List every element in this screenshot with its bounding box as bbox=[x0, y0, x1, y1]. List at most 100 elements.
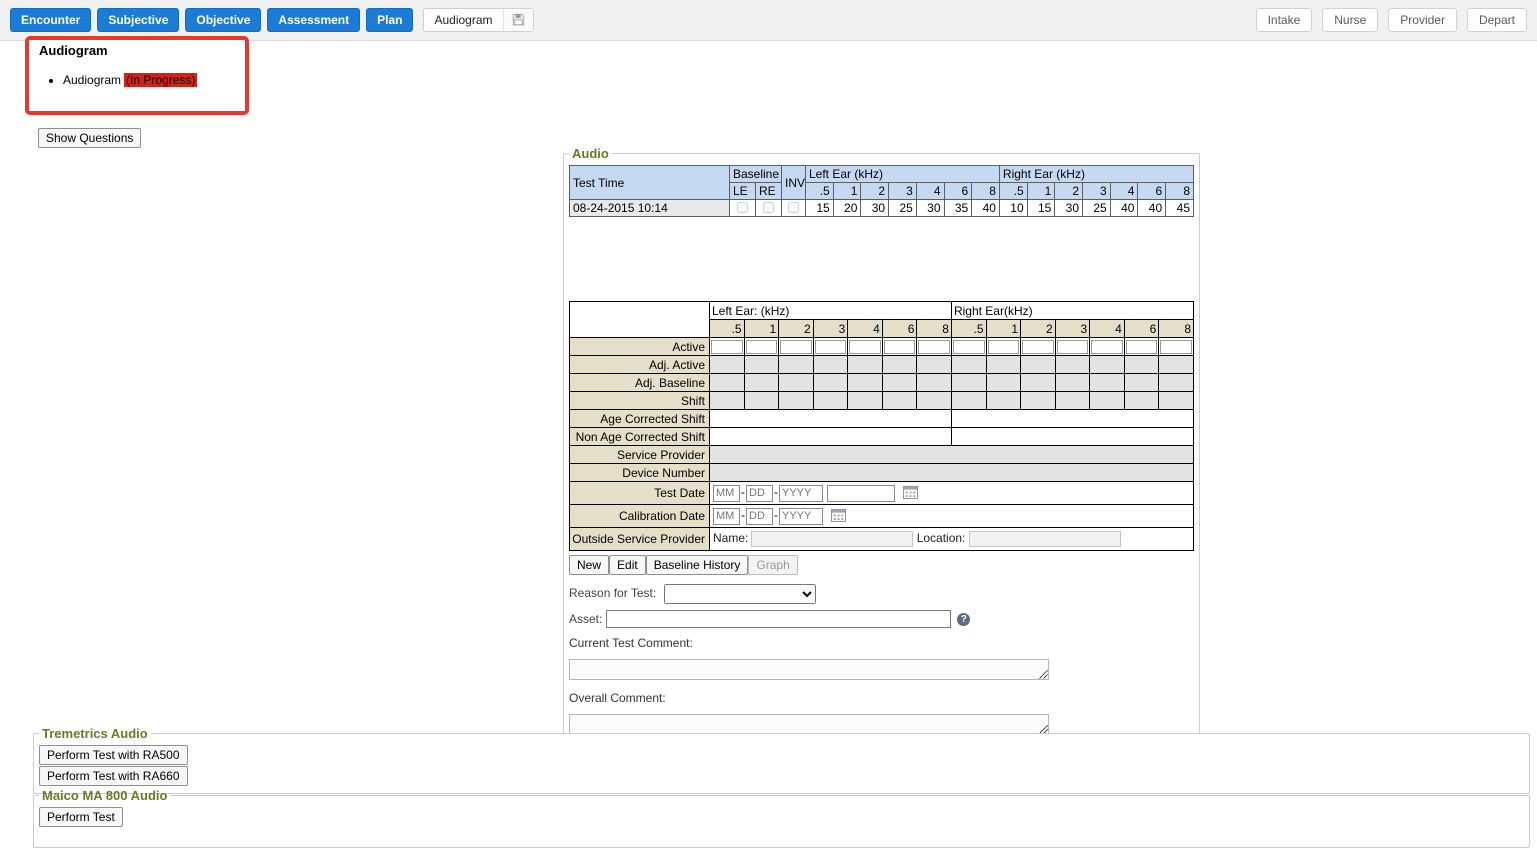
asset-input[interactable] bbox=[606, 610, 951, 628]
adj-baseline-cell bbox=[1055, 374, 1090, 392]
row-label-adj-active: Adj. Active bbox=[570, 356, 710, 374]
left-value-cell: 25 bbox=[889, 200, 917, 217]
baseline-le-checkbox bbox=[737, 202, 748, 213]
nav-subjective-button[interactable]: Subjective bbox=[97, 8, 179, 32]
row-label-age-corrected-shift: Age Corrected Shift bbox=[570, 410, 710, 428]
help-icon[interactable]: ? bbox=[957, 613, 970, 626]
maico-perform-test-button[interactable]: Perform Test bbox=[39, 807, 123, 827]
stage-depart-button[interactable]: Depart bbox=[1467, 8, 1527, 32]
freq-header: 6 bbox=[944, 183, 972, 200]
nav-plan-button[interactable]: Plan bbox=[366, 8, 413, 32]
active-cell bbox=[848, 338, 883, 356]
adj-active-cell bbox=[951, 356, 986, 374]
active-threshold-input[interactable] bbox=[849, 340, 881, 354]
test-date-dd-input[interactable] bbox=[746, 485, 773, 502]
adj-baseline-cell bbox=[1021, 374, 1056, 392]
col-baseline-le: LE bbox=[730, 183, 756, 200]
calendar-icon[interactable] bbox=[903, 488, 918, 502]
freq-header: 3 bbox=[813, 320, 848, 338]
calibration-date-dd-input[interactable] bbox=[746, 508, 773, 525]
maico-audio-section: Maico MA 800 Audio Perform Test bbox=[33, 788, 1530, 848]
freq-header: .5 bbox=[951, 320, 986, 338]
perform-test-ra500-button[interactable]: Perform Test with RA500 bbox=[39, 745, 188, 765]
active-threshold-input[interactable] bbox=[1160, 340, 1192, 354]
row-label-adj-baseline: Adj. Baseline bbox=[570, 374, 710, 392]
calibration-date-mm-input[interactable] bbox=[713, 508, 740, 525]
freq-header: 2 bbox=[779, 320, 814, 338]
active-threshold-input[interactable] bbox=[815, 340, 847, 354]
adj-active-cell bbox=[710, 356, 745, 374]
entry-col-left-ear: Left Ear: (kHz) bbox=[710, 302, 952, 320]
reason-for-test-row: Reason for Test: bbox=[569, 584, 1194, 604]
right-value-cell: 40 bbox=[1110, 200, 1138, 217]
audiogram-tab[interactable]: Audiogram bbox=[423, 8, 533, 32]
active-cell bbox=[1055, 338, 1090, 356]
adj-baseline-cell bbox=[710, 374, 745, 392]
adj-baseline-row: Adj. Baseline bbox=[570, 374, 1194, 392]
nav-objective-button[interactable]: Objective bbox=[185, 8, 261, 32]
active-threshold-input[interactable] bbox=[918, 340, 950, 354]
maico-audio-legend: Maico MA 800 Audio bbox=[39, 788, 170, 803]
save-icon[interactable] bbox=[503, 10, 533, 30]
nav-assessment-button[interactable]: Assessment bbox=[267, 8, 360, 32]
reason-for-test-select[interactable] bbox=[664, 584, 816, 604]
reason-for-test-label: Reason for Test: bbox=[569, 586, 656, 600]
new-button[interactable]: New bbox=[569, 555, 609, 575]
adj-baseline-cell bbox=[779, 374, 814, 392]
shift-row: Shift bbox=[570, 392, 1194, 410]
perform-test-ra660-button[interactable]: Perform Test with RA660 bbox=[39, 766, 188, 786]
adj-baseline-cell bbox=[813, 374, 848, 392]
test-date-yyyy-input[interactable] bbox=[779, 485, 823, 502]
inv-cell bbox=[782, 200, 806, 217]
shift-cell bbox=[917, 392, 952, 410]
adj-active-cell bbox=[882, 356, 917, 374]
adj-active-cell bbox=[1159, 356, 1194, 374]
left-value-cell: 40 bbox=[972, 200, 1000, 217]
active-threshold-input[interactable] bbox=[746, 340, 778, 354]
baseline-history-button[interactable]: Baseline History bbox=[646, 555, 749, 575]
current-test-comment-textarea[interactable] bbox=[569, 659, 1049, 680]
checklist-item-label: Audiogram bbox=[63, 73, 121, 87]
stage-intake-button[interactable]: Intake bbox=[1256, 8, 1313, 32]
entry-action-bar: New Edit Baseline History Graph bbox=[569, 555, 1194, 575]
outside-name-input[interactable] bbox=[751, 531, 913, 547]
outside-location-input[interactable] bbox=[969, 531, 1121, 547]
left-value-cell: 20 bbox=[833, 200, 861, 217]
freq-header: 1 bbox=[986, 320, 1021, 338]
audio-section-legend: Audio bbox=[569, 146, 612, 161]
test-date-row: Test Date -- bbox=[570, 482, 1194, 505]
audio-section: Audio Test Time Baseline INV Left Ear (k… bbox=[563, 146, 1200, 745]
active-threshold-input[interactable] bbox=[884, 340, 916, 354]
date-separator: - bbox=[774, 508, 778, 522]
shift-cell bbox=[882, 392, 917, 410]
active-threshold-input[interactable] bbox=[1057, 340, 1089, 354]
adj-active-cell bbox=[917, 356, 952, 374]
active-threshold-input[interactable] bbox=[711, 340, 743, 354]
test-date-mm-input[interactable] bbox=[713, 485, 740, 502]
active-cell bbox=[882, 338, 917, 356]
shift-cell bbox=[744, 392, 779, 410]
outside-name-label: Name: bbox=[713, 531, 748, 545]
edit-button[interactable]: Edit bbox=[609, 555, 646, 575]
active-threshold-input[interactable] bbox=[1022, 340, 1054, 354]
spacer bbox=[569, 217, 1194, 301]
col-baseline: Baseline bbox=[730, 166, 782, 183]
active-threshold-input[interactable] bbox=[1091, 340, 1123, 354]
stage-nurse-button[interactable]: Nurse bbox=[1322, 8, 1378, 32]
adj-active-cell bbox=[744, 356, 779, 374]
active-threshold-input[interactable] bbox=[780, 340, 812, 354]
show-questions-button[interactable]: Show Questions bbox=[38, 128, 141, 148]
nav-encounter-button[interactable]: Encounter bbox=[10, 8, 91, 32]
active-cell bbox=[951, 338, 986, 356]
shift-cell bbox=[1055, 392, 1090, 410]
adj-active-cell bbox=[1124, 356, 1159, 374]
active-threshold-input[interactable] bbox=[953, 340, 985, 354]
calendar-icon[interactable] bbox=[831, 511, 846, 525]
active-threshold-input[interactable] bbox=[1126, 340, 1158, 354]
test-date-extra-input[interactable] bbox=[827, 485, 895, 502]
adj-active-cell bbox=[779, 356, 814, 374]
active-threshold-input[interactable] bbox=[988, 340, 1020, 354]
stage-provider-button[interactable]: Provider bbox=[1388, 8, 1457, 32]
calibration-date-yyyy-input[interactable] bbox=[779, 508, 823, 525]
entry-header-row-1: Left Ear: (kHz) Right Ear(kHz) bbox=[570, 302, 1194, 320]
